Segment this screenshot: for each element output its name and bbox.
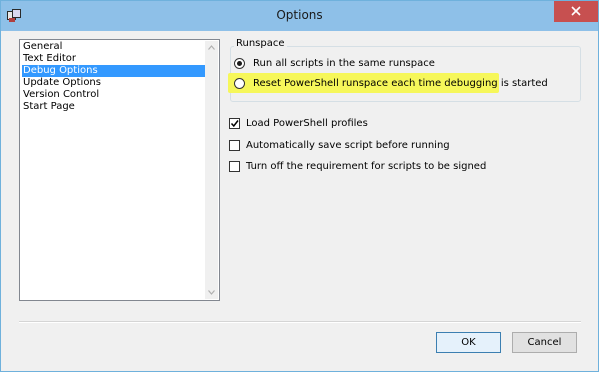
cancel-button[interactable]: Cancel <box>512 332 577 353</box>
list-item-start-page[interactable]: Start Page <box>22 101 207 113</box>
list-item-debug-options[interactable]: Debug Options <box>22 65 207 77</box>
list-scrollbar[interactable] <box>205 41 218 299</box>
check-auto-save[interactable]: Automatically save script before running <box>229 138 450 152</box>
separator <box>19 321 581 323</box>
check-unsigned-scripts[interactable]: Turn off the requirement for scripts to … <box>229 159 486 173</box>
list-item-update-options[interactable]: Update Options <box>22 77 207 89</box>
check-unsigned-scripts-label: Turn off the requirement for scripts to … <box>246 160 487 172</box>
scroll-down-icon[interactable] <box>208 290 215 295</box>
checkbox-checked[interactable] <box>229 117 240 129</box>
check-load-profiles-label: Load PowerShell profiles <box>246 117 368 129</box>
radio-reset-runspace-label: Reset PowerShell runspace each time debu… <box>253 77 548 89</box>
list-item-general[interactable]: General <box>22 41 207 53</box>
radio-same-runspace[interactable]: Run all scripts in the same runspace <box>234 56 435 70</box>
close-button[interactable] <box>554 1 598 22</box>
window-title: Options <box>276 8 323 22</box>
close-icon <box>571 6 581 16</box>
runspace-group-label: Runspace <box>234 38 287 49</box>
check-load-profiles[interactable]: Load PowerShell profiles <box>229 116 368 130</box>
list-item-version-control[interactable]: Version Control <box>22 89 207 101</box>
check-auto-save-label: Automatically save script before running <box>246 139 450 151</box>
options-dialog: Options General Text Editor Debug Option… <box>0 0 599 372</box>
checkbox-unchecked[interactable] <box>229 160 240 172</box>
scroll-up-icon[interactable] <box>208 45 215 50</box>
category-list[interactable]: General Text Editor Debug Options Update… <box>19 39 220 301</box>
radio-same-runspace-label: Run all scripts in the same runspace <box>253 57 435 69</box>
dialog-body: General Text Editor Debug Options Update… <box>1 31 598 371</box>
title-bar[interactable]: Options <box>1 1 598 31</box>
checkmark-icon <box>230 119 239 127</box>
radio-reset-runspace[interactable]: Reset PowerShell runspace each time debu… <box>234 76 548 90</box>
list-item-text-editor[interactable]: Text Editor <box>22 53 207 65</box>
radio-button-unchecked[interactable] <box>234 77 245 89</box>
ok-button[interactable]: OK <box>436 332 501 353</box>
radio-button-checked[interactable] <box>234 57 245 69</box>
checkbox-unchecked[interactable] <box>229 139 240 151</box>
